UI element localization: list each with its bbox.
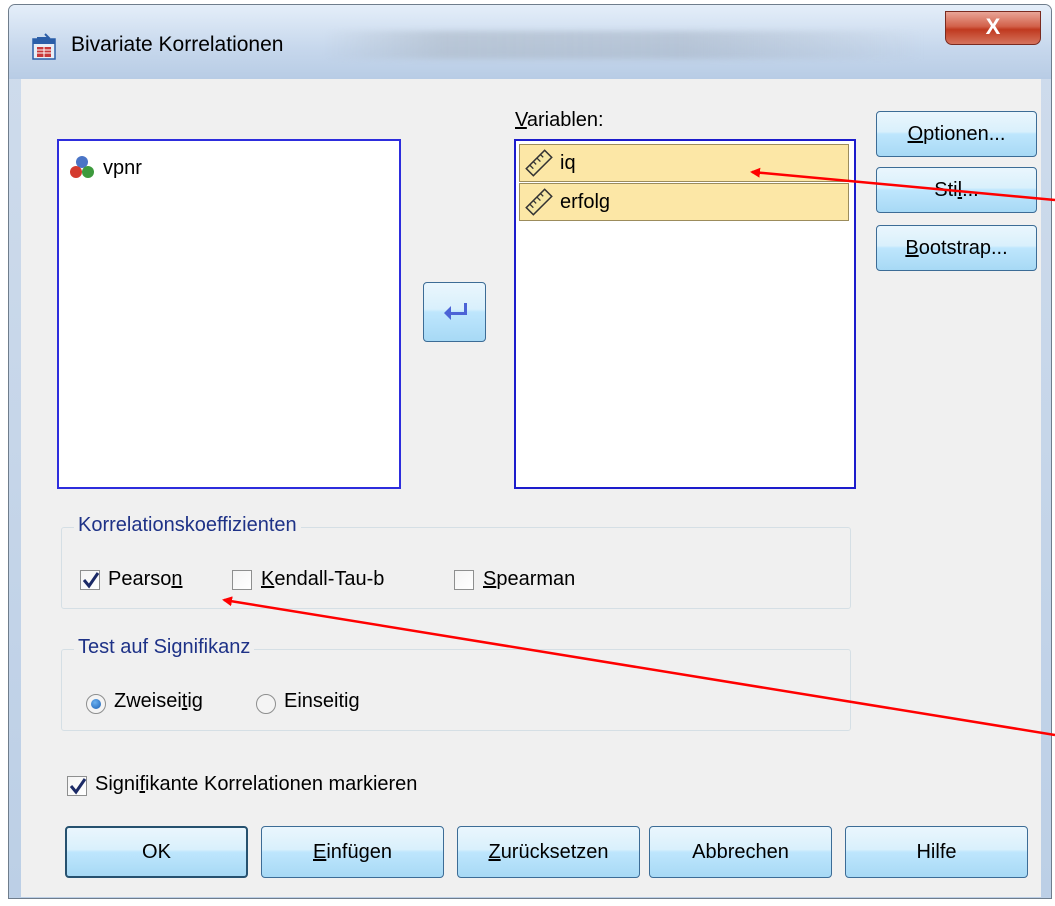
dialog-client-area: vpnr Variablen: iq erfolg O ptionen... S… [21,79,1041,897]
zweiseitig-label[interactable]: Zweiseitig [114,690,203,713]
variable-label: iq [560,151,576,174]
bootstrap-button[interactable]: Bootstrap... [876,225,1037,271]
variables-label: Variablen: [515,109,604,131]
pearson-label[interactable]: Pearson [108,568,183,591]
variable-label: vpnr [103,156,142,179]
checkmark-icon [82,572,100,589]
close-button[interactable]: X [945,11,1041,45]
abbrechen-button[interactable]: Abbrechen [649,826,832,878]
list-item[interactable]: erfolg [519,183,849,221]
einfuegen-button[interactable]: Einfügen [261,826,444,878]
move-variable-button[interactable] [423,282,486,342]
scale-variable-icon [525,188,553,216]
zuruecksetzen-button[interactable]: Zurücksetzen [457,826,640,878]
background-blur [324,31,924,59]
variable-label: erfolg [560,190,611,213]
ok-button[interactable]: OK [65,826,248,878]
window-title: Bivariate Korrelationen [71,33,284,56]
source-variable-list[interactable]: vpnr [57,139,401,489]
significance-group: Test auf Signifikanz Zweiseitig Einseiti… [61,636,851,731]
mark-significant-label[interactable]: Signifikante Korrelationen markieren [95,773,417,796]
kendall-label[interactable]: Kendall-Tau-b [261,568,384,591]
group-title: Test auf Signifikanz [74,636,255,659]
zweiseitig-radio[interactable] [86,694,106,714]
list-item[interactable]: vpnr [63,149,142,187]
nominal-variable-icon [70,156,94,178]
einseitig-radio[interactable] [256,694,276,714]
app-icon [32,33,56,60]
coefficients-group: Korrelationskoeffizienten Pearson Kendal… [61,514,851,609]
kendall-checkbox[interactable] [232,570,252,590]
pearson-checkbox[interactable] [80,570,100,590]
spearman-label[interactable]: Spearman [483,568,575,591]
checkmark-icon [69,778,87,795]
scale-variable-icon [525,149,553,177]
einseitig-label[interactable]: Einseitig [284,690,360,713]
optionen-button[interactable]: Optionen... [876,111,1037,157]
group-title: Korrelationskoeffizienten [74,514,301,537]
dialog-window: Bivariate Korrelationen X vpnr Variablen… [8,4,1052,899]
mark-significant-checkbox[interactable] [67,776,87,796]
target-variable-list[interactable]: iq erfolg [514,139,856,489]
list-item[interactable]: iq [519,144,849,182]
hilfe-button[interactable]: Hilfe [845,826,1028,878]
spearman-checkbox[interactable] [454,570,474,590]
stil-button[interactable]: Sti l... [876,167,1037,213]
title-bar: Bivariate Korrelationen X [9,5,1051,79]
arrow-back-icon [443,303,467,320]
